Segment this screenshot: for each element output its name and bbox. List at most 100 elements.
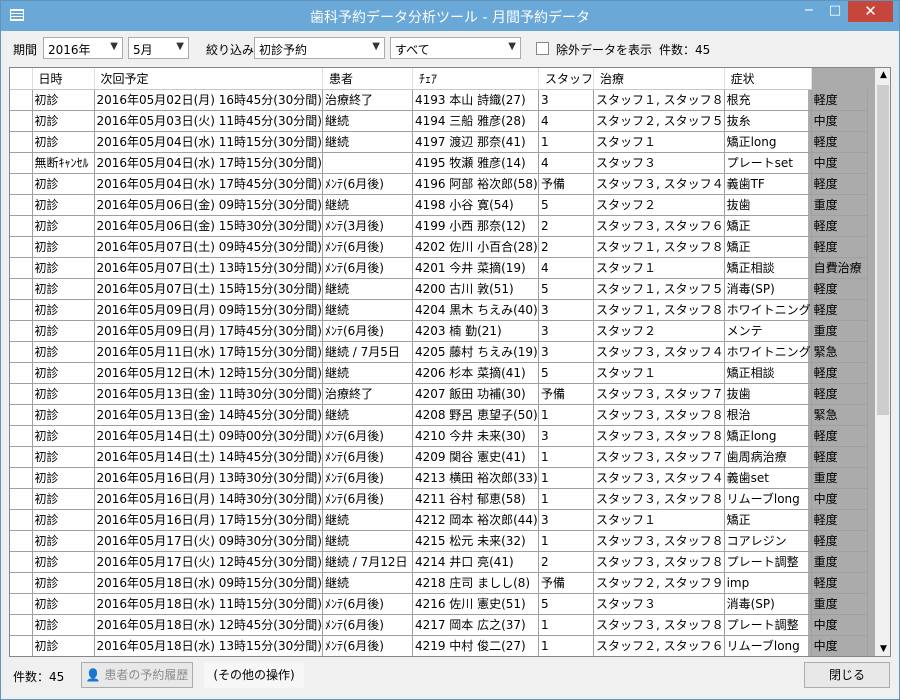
cell-treatment[interactable]: 義歯TF: [724, 173, 812, 195]
cell-chair[interactable]: 1: [538, 131, 594, 153]
cell-chair[interactable]: 1: [538, 635, 594, 656]
cell-next-plan[interactable]: ﾒﾝﾃ(6月後): [322, 173, 413, 195]
cell-chair[interactable]: 1: [538, 404, 594, 426]
cell-datetime[interactable]: 2016年05月04日(水) 17時45分(30分間): [94, 173, 323, 195]
cell-datetime[interactable]: 2016年05月04日(水) 17時15分(30分間): [94, 152, 323, 174]
cell-datetime[interactable]: 2016年05月13日(金) 11時30分(30分間): [94, 383, 323, 405]
table-row[interactable]: 初診 2016年05月06日(金) 15時30分(30分間) ﾒﾝﾃ(3月後) 419…: [10, 215, 868, 237]
cell-staff[interactable]: スタッフ１, スタッフ８: [593, 299, 725, 321]
scroll-up-icon[interactable]: ▲: [875, 70, 890, 80]
appointments-grid[interactable]: 日時 次回予定 患者 ﾁｪｱ スタッフ 治療 症状 初診 2016年05月02日(月) 16時…: [9, 67, 891, 657]
cell-treatment[interactable]: 根充: [724, 89, 812, 111]
cell-staff[interactable]: スタッフ１, スタッフ８: [593, 89, 725, 111]
cell-type[interactable]: 無断ｷｬﾝｾﾙ: [32, 152, 95, 174]
table-row[interactable]: 無断ｷｬﾝｾﾙ 2016年05月04日(水) 17時15分(30分間) 4195 牧…: [10, 152, 868, 174]
cell-staff[interactable]: スタッフ１: [593, 257, 725, 279]
table-row[interactable]: 初診 2016年05月09日(月) 17時45分(30分間) ﾒﾝﾃ(6月後) 420…: [10, 320, 868, 342]
cell-patient[interactable]: 4213 横田 裕次郎(33): [412, 467, 539, 489]
cell-datetime[interactable]: 2016年05月18日(水) 13時15分(30分間): [94, 635, 323, 656]
cell-symptom[interactable]: 軽度: [811, 236, 868, 258]
cell-datetime[interactable]: 2016年05月11日(水) 17時15分(30分間): [94, 341, 323, 363]
cell-treatment[interactable]: 抜糸: [724, 110, 812, 132]
cell-treatment[interactable]: メンテ: [724, 320, 812, 342]
cell-datetime[interactable]: 2016年05月18日(水) 11時15分(30分間): [94, 593, 323, 615]
cell-patient[interactable]: 4216 佐川 憲史(51): [412, 593, 539, 615]
table-row[interactable]: 初診 2016年05月18日(水) 13時15分(30分間) ﾒﾝﾃ(6月後) 421…: [10, 635, 868, 656]
cell-staff[interactable]: スタッフ２: [593, 320, 725, 342]
cell-next-plan[interactable]: ﾒﾝﾃ(6月後): [322, 257, 413, 279]
cell-symptom[interactable]: 重度: [811, 551, 868, 573]
minimize-button[interactable]: −: [796, 1, 822, 22]
row-header[interactable]: [10, 173, 33, 195]
cell-staff[interactable]: スタッフ１: [593, 509, 725, 531]
table-row[interactable]: 初診 2016年05月18日(水) 09時15分(30分間) 継続 4218 庄司 ま…: [10, 572, 868, 594]
cell-type[interactable]: 初診: [32, 89, 95, 111]
cell-chair[interactable]: 2: [538, 236, 594, 258]
cell-chair[interactable]: 5: [538, 362, 594, 384]
cell-type[interactable]: 初診: [32, 131, 95, 153]
cell-next-plan[interactable]: 治療終了: [322, 383, 413, 405]
scroll-down-icon[interactable]: ▼: [875, 644, 890, 654]
cell-next-plan[interactable]: [322, 152, 413, 174]
row-header[interactable]: [10, 425, 33, 447]
row-header[interactable]: [10, 89, 33, 111]
cell-patient[interactable]: 4206 杉本 菜摘(41): [412, 362, 539, 384]
cell-type[interactable]: 初診: [32, 551, 95, 573]
cell-next-plan[interactable]: 継続: [322, 404, 413, 426]
row-header[interactable]: [10, 257, 33, 279]
cell-type[interactable]: 初診: [32, 383, 95, 405]
cell-type[interactable]: 初診: [32, 635, 95, 656]
cell-staff[interactable]: スタッフ３, スタッフ８: [593, 488, 725, 510]
cell-staff[interactable]: スタッフ３, スタッフ８: [593, 425, 725, 447]
cell-symptom[interactable]: 軽度: [811, 89, 868, 111]
cell-patient[interactable]: 4208 野呂 恵望子(50): [412, 404, 539, 426]
table-row[interactable]: 初診 2016年05月12日(木) 12時15分(30分間) 継続 4206 杉本 菜…: [10, 362, 868, 384]
cell-type[interactable]: 初診: [32, 110, 95, 132]
cell-treatment[interactable]: プレートset: [724, 152, 812, 174]
row-header[interactable]: [10, 215, 33, 237]
row-header[interactable]: [10, 341, 33, 363]
cell-staff[interactable]: スタッフ２, スタッフ６: [593, 635, 725, 656]
cell-chair[interactable]: 4: [538, 257, 594, 279]
cell-next-plan[interactable]: 継続: [322, 530, 413, 552]
cell-type[interactable]: 初診: [32, 530, 95, 552]
cell-datetime[interactable]: 2016年05月18日(水) 09時15分(30分間): [94, 572, 323, 594]
cell-type[interactable]: 初診: [32, 446, 95, 468]
cell-symptom[interactable]: 軽度: [811, 215, 868, 237]
cell-next-plan[interactable]: ﾒﾝﾃ(6月後): [322, 446, 413, 468]
cell-type[interactable]: 初診: [32, 236, 95, 258]
cell-patient[interactable]: 4209 関谷 憲史(41): [412, 446, 539, 468]
scroll-thumb[interactable]: [877, 85, 889, 415]
cell-treatment[interactable]: リムーブlong: [724, 488, 812, 510]
cell-type[interactable]: 初診: [32, 467, 95, 489]
cell-next-plan[interactable]: 治療終了: [322, 89, 413, 111]
cell-next-plan[interactable]: ﾒﾝﾃ(6月後): [322, 488, 413, 510]
cell-staff[interactable]: スタッフ１: [593, 362, 725, 384]
table-row[interactable]: 初診 2016年05月16日(月) 14時30分(30分間) ﾒﾝﾃ(6月後) 421…: [10, 488, 868, 510]
cell-patient[interactable]: 4200 古川 敦(51): [412, 278, 539, 300]
cell-staff[interactable]: スタッフ３, スタッフ８: [593, 530, 725, 552]
cell-staff[interactable]: スタッフ３, スタッフ４: [593, 467, 725, 489]
cell-chair[interactable]: 1: [538, 530, 594, 552]
table-row[interactable]: 初診 2016年05月04日(水) 11時15分(30分間) 継続 4197 渡辺 那…: [10, 131, 868, 153]
table-row[interactable]: 初診 2016年05月03日(火) 11時45分(30分間) 継続 4194 三船 雅…: [10, 110, 868, 132]
cell-datetime[interactable]: 2016年05月16日(月) 17時15分(30分間): [94, 509, 323, 531]
cell-staff[interactable]: スタッフ３, スタッフ７: [593, 383, 725, 405]
column-header-treatment[interactable]: 治療: [593, 68, 725, 90]
cell-treatment[interactable]: 矯正: [724, 215, 812, 237]
cell-treatment[interactable]: 矯正相談: [724, 362, 812, 384]
cell-type[interactable]: 初診: [32, 278, 95, 300]
cell-staff[interactable]: スタッフ１, スタッフ８: [593, 236, 725, 258]
cell-chair[interactable]: 予備: [538, 383, 594, 405]
cell-patient[interactable]: 4217 岡本 広之(37): [412, 614, 539, 636]
row-header[interactable]: [10, 320, 33, 342]
cell-type[interactable]: 初診: [32, 509, 95, 531]
cell-datetime[interactable]: 2016年05月16日(月) 14時30分(30分間): [94, 488, 323, 510]
cell-treatment[interactable]: 歯周病治療: [724, 446, 812, 468]
cell-type[interactable]: 初診: [32, 215, 95, 237]
cell-patient[interactable]: 4195 牧瀬 雅彦(14): [412, 152, 539, 174]
table-row[interactable]: 初診 2016年05月18日(水) 11時15分(30分間) ﾒﾝﾃ(6月後) 421…: [10, 593, 868, 615]
cell-staff[interactable]: スタッフ３, スタッフ８: [593, 614, 725, 636]
table-row[interactable]: 初診 2016年05月14日(土) 09時00分(30分間) ﾒﾝﾃ(6月後) 421…: [10, 425, 868, 447]
cell-datetime[interactable]: 2016年05月07日(土) 13時15分(30分間): [94, 257, 323, 279]
